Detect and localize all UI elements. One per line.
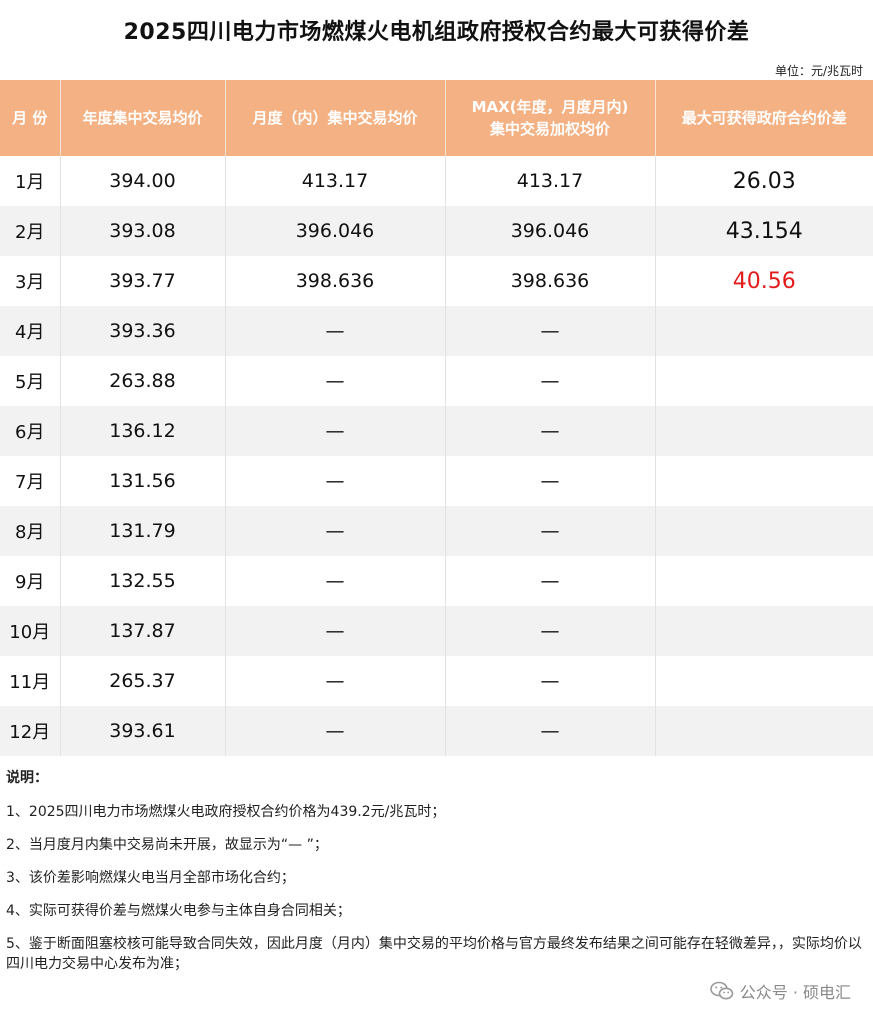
max-diff-cell <box>655 656 873 706</box>
monthly-avg-cell: — <box>225 506 446 556</box>
table-row: 11月 265.37— — <box>0 656 873 706</box>
month-cell: 6月 <box>0 406 61 456</box>
max-diff-cell <box>655 306 873 356</box>
month-cell: 7月 <box>0 456 61 506</box>
max-weighted-cell: — <box>445 706 656 756</box>
header-max-weighted: MAX(年度，月度月内) 集中交易加权均价 <box>445 80 656 156</box>
max-weighted-cell: 398.636 <box>445 256 656 306</box>
notes-list: 1、2025四川电力市场燃煤火电政府授权合约价格为439.2元/兆瓦时； 2、当月… <box>6 802 866 974</box>
max-diff-cell <box>655 406 873 456</box>
month-cell: 12月 <box>0 706 61 756</box>
header-max-line2: 集中交易加权均价 <box>489 120 610 138</box>
monthly-avg-cell: — <box>225 656 446 706</box>
note-item: 2、当月度月内集中交易尚未开展，故显示为“— ”； <box>6 837 328 853</box>
month-cell: 4月 <box>0 306 61 356</box>
header-max-diff: 最大可获得政府合约价差 <box>655 80 873 156</box>
max-diff-cell: 40.56 <box>655 256 873 306</box>
annual-avg-cell: 137.87 <box>60 606 226 656</box>
table-row: 12月 393.61— — <box>0 706 873 756</box>
month-cell: 11月 <box>0 656 61 706</box>
monthly-avg-cell: — <box>225 556 446 606</box>
notes-section: 说明： 1、2025四川电力市场燃煤火电政府授权合约价格为439.2元/兆瓦时；… <box>6 768 866 987</box>
monthly-avg-cell: — <box>225 706 446 756</box>
unit-label: 单位：元/兆瓦时 <box>774 64 863 78</box>
max-weighted-cell: — <box>445 606 656 656</box>
annual-avg-cell: 263.88 <box>60 356 226 406</box>
max-diff-cell: 43.154 <box>655 206 873 256</box>
monthly-avg-cell: — <box>225 306 446 356</box>
annual-avg-cell: 393.61 <box>60 706 226 756</box>
month-cell: 9月 <box>0 556 61 606</box>
annual-avg-cell: 136.12 <box>60 406 226 456</box>
watermark: 公众号 · 硕电汇 <box>705 977 855 1005</box>
monthly-avg-cell: — <box>225 406 446 456</box>
max-weighted-cell: — <box>445 506 656 556</box>
month-cell: 5月 <box>0 356 61 406</box>
annual-avg-cell: 393.08 <box>60 206 226 256</box>
table-row: 6月 136.12— — <box>0 406 873 456</box>
header-annual-avg: 年度集中交易均价 <box>60 80 226 156</box>
monthly-avg-cell: — <box>225 356 446 406</box>
watermark-text: 公众号 · 硕电汇 <box>739 983 851 1002</box>
price-table: 月 份 年度集中交易均价 月度（内）集中交易均价 MAX(年度，月度月内) 集中… <box>0 80 873 756</box>
table-row: 9月 132.55— — <box>0 556 873 606</box>
table-row: 1月 394.00 413.17 413.17 26.03 <box>0 156 873 206</box>
max-weighted-cell: — <box>445 356 656 406</box>
notes-heading: 说明： <box>6 770 48 786</box>
month-cell: 2月 <box>0 206 61 256</box>
note-item: 4、实际可获得价差与燃煤火电参与主体自身合同相关； <box>6 903 351 919</box>
table-row: 5月 263.88— — <box>0 356 873 406</box>
note-item: 3、该价差影响燃煤火电当月全部市场化合约； <box>6 870 295 886</box>
max-diff-cell: 26.03 <box>655 156 873 206</box>
monthly-avg-cell: 413.17 <box>225 156 446 206</box>
note-item: 5、鉴于断面阻塞校核可能导致合同失效，因此月度（月内）集中交易的平均价格与官方最… <box>6 936 862 972</box>
table-row: 2月 393.08 396.046 396.046 43.154 <box>0 206 873 256</box>
header-month: 月 份 <box>0 80 61 156</box>
annual-avg-cell: 131.56 <box>60 456 226 506</box>
monthly-avg-cell: 398.636 <box>225 256 446 306</box>
max-weighted-cell: — <box>445 306 656 356</box>
annual-avg-cell: 131.79 <box>60 506 226 556</box>
month-cell: 10月 <box>0 606 61 656</box>
table-row: 7月 131.56— — <box>0 456 873 506</box>
header-max-line1: MAX(年度，月度月内) <box>471 98 629 116</box>
table-row: 4月 393.36— — <box>0 306 873 356</box>
annual-avg-cell: 132.55 <box>60 556 226 606</box>
month-cell: 8月 <box>0 506 61 556</box>
max-weighted-cell: — <box>445 406 656 456</box>
table-row: 8月 131.79— — <box>0 506 873 556</box>
max-diff-cell <box>655 556 873 606</box>
annual-avg-cell: 394.00 <box>60 156 226 206</box>
max-weighted-cell: — <box>445 656 656 706</box>
max-weighted-cell: — <box>445 456 656 506</box>
table-row: 3月 393.77 398.636 398.636 40.56 <box>0 256 873 306</box>
max-weighted-cell: 413.17 <box>445 156 656 206</box>
monthly-avg-cell: 396.046 <box>225 206 446 256</box>
max-diff-cell <box>655 606 873 656</box>
max-diff-cell <box>655 356 873 406</box>
month-cell: 3月 <box>0 256 61 306</box>
annual-avg-cell: 393.77 <box>60 256 226 306</box>
monthly-avg-cell: — <box>225 456 446 506</box>
wechat-icon <box>709 981 734 1000</box>
note-item: 1、2025四川电力市场燃煤火电政府授权合约价格为439.2元/兆瓦时； <box>6 804 446 820</box>
monthly-avg-cell: — <box>225 606 446 656</box>
annual-avg-cell: 393.36 <box>60 306 226 356</box>
max-diff-cell <box>655 456 873 506</box>
header-monthly-avg: 月度（内）集中交易均价 <box>225 80 446 156</box>
max-weighted-cell: 396.046 <box>445 206 656 256</box>
month-cell: 1月 <box>0 156 61 206</box>
page-title: 2025四川电力市场燃煤火电机组政府授权合约最大可获得价差 <box>123 20 750 45</box>
max-weighted-cell: — <box>445 556 656 606</box>
annual-avg-cell: 265.37 <box>60 656 226 706</box>
max-diff-cell <box>655 706 873 756</box>
table-header-row: 月 份 年度集中交易均价 月度（内）集中交易均价 MAX(年度，月度月内) 集中… <box>0 80 873 156</box>
table-row: 10月 137.87— — <box>0 606 873 656</box>
max-diff-cell <box>655 506 873 556</box>
